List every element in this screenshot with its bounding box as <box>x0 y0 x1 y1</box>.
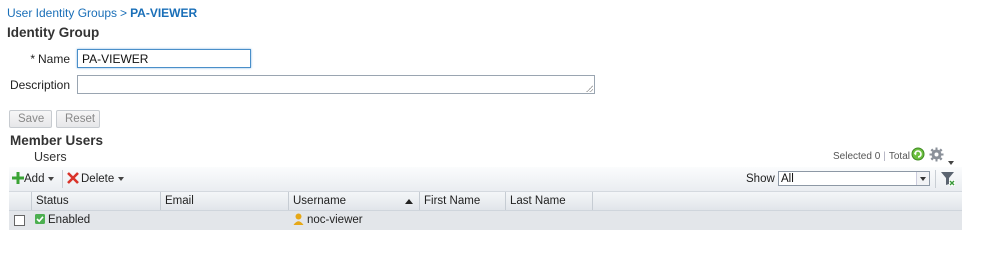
show-select-chevron-icon[interactable] <box>916 172 929 185</box>
delete-dropdown-chevron-icon[interactable] <box>118 176 125 181</box>
identity-group-heading: Identity Group <box>7 25 100 40</box>
description-label: Description <box>9 78 70 92</box>
show-select-value: All <box>781 173 794 185</box>
column-header-email[interactable]: Email <box>160 192 288 210</box>
selection-info: Selected 0 | Total 1 <box>833 151 918 162</box>
column-header-status[interactable]: Status <box>31 192 160 210</box>
sort-asc-icon <box>405 199 413 204</box>
add-icon <box>12 172 24 184</box>
toolbar-divider <box>62 170 63 188</box>
row-status-text: Enabled <box>48 214 91 226</box>
delete-icon <box>67 172 79 184</box>
enabled-status-icon <box>35 214 45 224</box>
refresh-icon[interactable] <box>911 147 925 161</box>
name-label-text: Name <box>37 52 70 66</box>
select-all-column <box>9 192 31 210</box>
gear-icon[interactable] <box>929 147 944 162</box>
column-header-username[interactable]: Username <box>288 192 419 210</box>
filter-icon[interactable] <box>940 171 955 186</box>
row-username-text[interactable]: noc-viewer <box>307 214 363 226</box>
breadcrumb-current: PA-VIEWER <box>130 6 198 20</box>
users-table-header: Status Email Username First Name Last Na… <box>9 192 962 211</box>
selection-divider: | <box>883 151 886 162</box>
save-button[interactable]: Save <box>9 110 52 128</box>
row-checkbox[interactable] <box>14 215 25 226</box>
row-username: noc-viewer <box>293 211 363 230</box>
reset-button[interactable]: Reset <box>56 110 100 128</box>
column-divider <box>592 192 597 210</box>
show-label: Show <box>746 173 775 185</box>
user-icon <box>293 213 304 225</box>
column-header-last-name[interactable]: Last Name <box>505 192 592 210</box>
show-select[interactable]: All <box>778 171 930 186</box>
description-field[interactable] <box>77 75 595 94</box>
add-dropdown-chevron-icon[interactable] <box>48 176 55 181</box>
add-button[interactable]: Add <box>12 171 55 187</box>
add-label: Add <box>24 173 45 185</box>
delete-button[interactable]: Delete <box>67 171 125 187</box>
resize-grip-icon[interactable] <box>586 85 593 92</box>
delete-label: Delete <box>81 173 115 185</box>
breadcrumb: User Identity Groups > PA-VIEWER <box>7 6 197 20</box>
selected-count: Selected 0 <box>833 151 881 162</box>
name-label: * Name <box>6 52 70 66</box>
column-header-username-label: Username <box>293 195 347 207</box>
column-header-first-name[interactable]: First Name <box>419 192 505 210</box>
name-field[interactable] <box>77 49 251 68</box>
member-users-heading: Member Users <box>10 133 104 148</box>
toolbar-divider <box>935 170 936 188</box>
breadcrumb-parent-link[interactable]: User Identity Groups <box>7 6 117 20</box>
required-marker: * <box>30 52 35 66</box>
row-status: Enabled <box>35 211 90 230</box>
users-panel-title: Users <box>34 150 67 164</box>
table-row[interactable]: Enabled noc-viewer <box>9 211 962 230</box>
breadcrumb-separator: > <box>120 6 128 20</box>
